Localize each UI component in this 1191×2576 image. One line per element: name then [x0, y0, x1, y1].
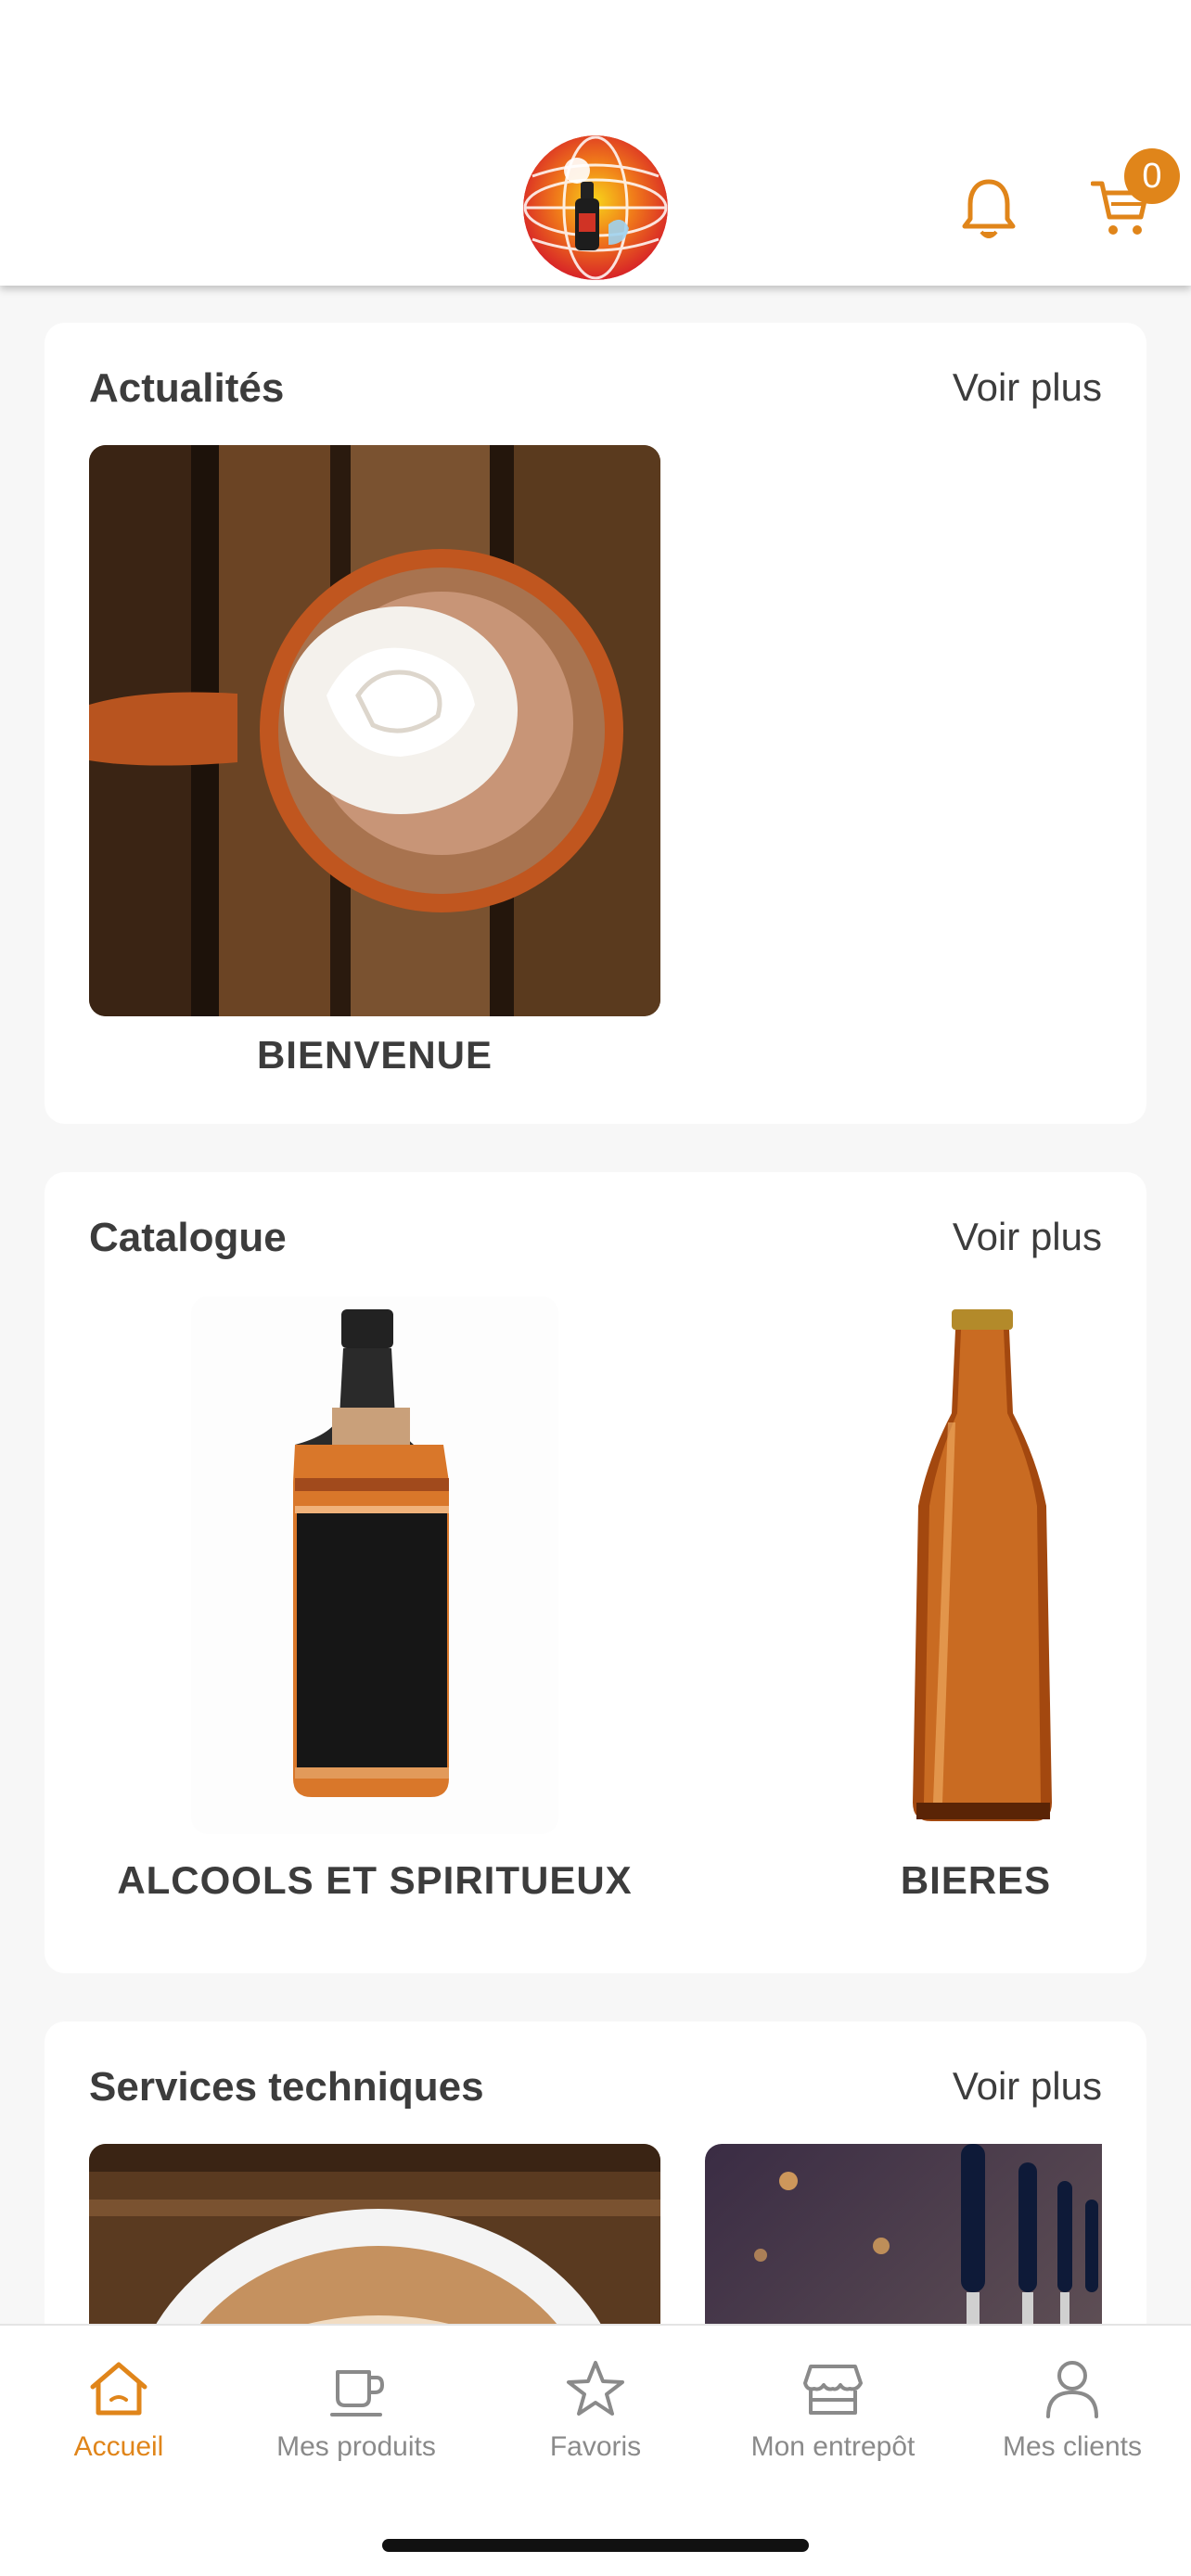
nav-item-mes-clients[interactable]: Mes clients: [954, 2326, 1191, 2493]
services-see-more-link[interactable]: Voir plus: [953, 2064, 1102, 2109]
cup-icon: [330, 2370, 385, 2417]
nav-label-mon-entrepot: Mon entrepôt: [750, 2431, 916, 2462]
news-section-title: Actualités: [89, 365, 285, 411]
catalogue-card-spirits-caption[interactable]: ALCOOLS ET SPIRITUEUX: [89, 1858, 660, 1903]
nav-item-mes-produits[interactable]: Mes produits: [237, 2326, 475, 2493]
star-icon: [567, 2361, 624, 2416]
news-card-image[interactable]: [89, 445, 660, 1016]
beer-bottle-image: [913, 1309, 1052, 1821]
whiskey-bottle-image: [293, 1309, 449, 1797]
nav-item-mon-entrepot[interactable]: Mon entrepôt: [714, 2326, 952, 2493]
home-indicator[interactable]: [382, 2539, 809, 2552]
nav-label-mes-produits: Mes produits: [276, 2431, 436, 2462]
bell-icon[interactable]: [959, 176, 1018, 243]
catalogue-section-title: Catalogue: [89, 1215, 287, 1260]
home-icon: [90, 2362, 147, 2416]
nav-label-mes-clients: Mes clients: [1002, 2431, 1143, 2462]
services-section-title: Services techniques: [89, 2064, 484, 2110]
news-see-more-link[interactable]: Voir plus: [953, 365, 1102, 410]
catalogue-card-beer-caption[interactable]: BIERES: [853, 1858, 1098, 1903]
cart-count-badge: 0: [1124, 148, 1180, 204]
store-icon: [803, 2365, 863, 2415]
app-screen: 0 Actualités Voir plus BIENVENUE Catalog…: [0, 0, 1191, 2576]
hot-chocolate-image: [89, 445, 660, 1016]
nav-item-favoris[interactable]: Favoris: [477, 2326, 714, 2493]
nav-item-accueil[interactable]: Accueil: [0, 2326, 237, 2493]
nav-label-accueil: Accueil: [73, 2431, 164, 2462]
top-header: 0: [0, 0, 1191, 286]
user-icon: [1046, 2361, 1098, 2418]
catalogue-see-more-link[interactable]: Voir plus: [953, 1215, 1102, 1259]
catalogue-card-spirits-image[interactable]: [191, 1296, 558, 1834]
catalogue-card-beer-image[interactable]: [852, 1302, 1122, 1832]
nav-label-favoris: Favoris: [549, 2431, 642, 2462]
news-card-caption[interactable]: BIENVENUE: [89, 1033, 660, 1078]
app-logo[interactable]: [523, 135, 668, 280]
news-section: Actualités Voir plus BIENVENUE: [45, 323, 1146, 1124]
catalogue-section: Catalogue Voir plus ALCOOLS ET SPIRITUEU…: [45, 1172, 1146, 1973]
